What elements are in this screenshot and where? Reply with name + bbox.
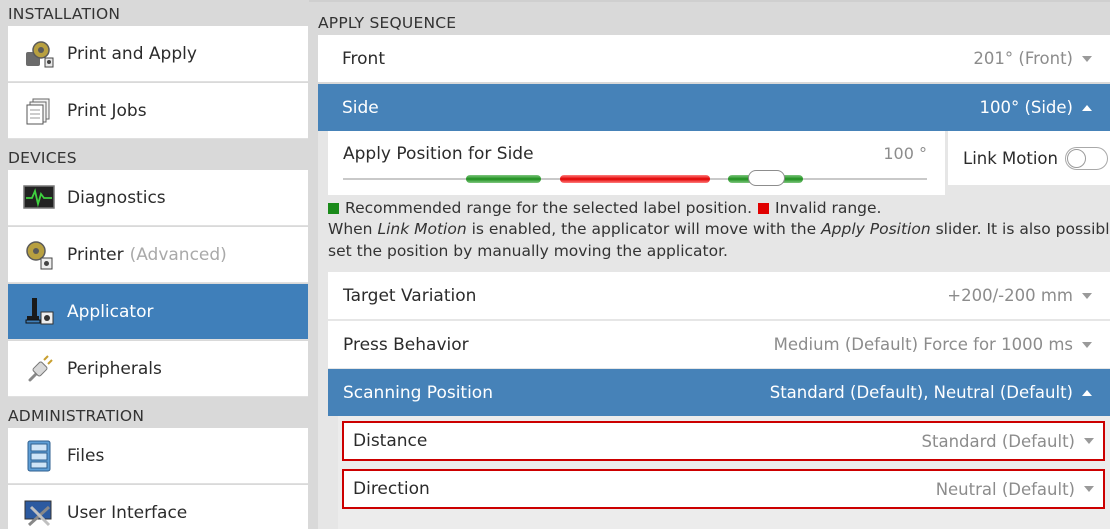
info-text: is enabled, the applicator will move wit… xyxy=(466,220,822,238)
diagnostics-icon xyxy=(22,181,56,215)
sidebar-item-label: Print Jobs xyxy=(67,100,147,121)
target-variation-value: +200/-200 mm xyxy=(947,286,1073,305)
apply-position-label: Apply Position for Side xyxy=(343,144,534,164)
press-behavior-value: Medium (Default) Force for 1000 ms xyxy=(773,335,1073,354)
sidebar-item-printer-advanced[interactable]: Printer (Advanced) xyxy=(8,227,308,283)
toggle-knob xyxy=(1066,148,1086,168)
sidebar-item-label: Peripherals xyxy=(67,358,162,379)
app-window: INSTALLATION Print and Apply Print Jobs … xyxy=(0,0,1110,529)
top-divider xyxy=(309,0,1110,2)
files-cabinet-icon xyxy=(22,439,56,473)
chevron-down-icon xyxy=(1084,486,1094,492)
recommended-range-segment xyxy=(466,175,541,183)
sidebar-item-label: Diagnostics xyxy=(67,187,166,208)
chevron-down-icon xyxy=(1082,341,1092,348)
applicator-icon xyxy=(22,295,56,329)
print-and-apply-icon xyxy=(22,37,56,71)
info-emphasis-link-motion: Link Motion xyxy=(377,220,467,238)
link-motion-info-line1: When Link Motion is enabled, the applica… xyxy=(328,220,1110,238)
printer-icon xyxy=(22,238,56,272)
slider-thumb[interactable] xyxy=(748,170,786,186)
invalid-legend-text: Invalid range. xyxy=(775,199,882,217)
link-motion-toggle[interactable] xyxy=(1064,146,1108,170)
peripherals-plug-icon xyxy=(22,352,56,386)
sidebar-item-label: Files xyxy=(67,445,105,466)
front-dropdown[interactable]: Front 201° (Front) xyxy=(318,35,1110,82)
press-behavior-label: Press Behavior xyxy=(343,334,469,355)
sidebar-item-label: User Interface xyxy=(67,502,188,523)
front-value: 201° (Front) xyxy=(973,49,1073,68)
sidebar: INSTALLATION Print and Apply Print Jobs … xyxy=(0,0,309,529)
front-label: Front xyxy=(342,48,385,69)
sidebar-item-print-and-apply[interactable]: Print and Apply xyxy=(8,26,308,82)
user-interface-tools-icon xyxy=(22,496,56,529)
sidebar-item-sublabel: (Advanced) xyxy=(129,244,227,265)
target-variation-dropdown[interactable]: Target Variation +200/-200 mm xyxy=(328,272,1110,319)
section-header-devices: DEVICES xyxy=(8,149,77,167)
sidebar-item-files[interactable]: Files xyxy=(8,428,308,484)
scanning-position-dropdown[interactable]: Scanning Position Standard (Default), Ne… xyxy=(328,369,1110,416)
sidebar-item-label: Applicator xyxy=(67,301,154,322)
side-dropdown[interactable]: Side 100° (Side) xyxy=(318,84,1110,131)
section-header-installation: INSTALLATION xyxy=(8,5,121,23)
sidebar-item-peripherals[interactable]: Peripherals xyxy=(8,341,308,397)
section-header-apply-sequence: APPLY SEQUENCE xyxy=(318,14,457,32)
invalid-range-segment xyxy=(560,175,710,183)
link-motion-label: Link Motion xyxy=(963,148,1058,168)
sidebar-item-print-jobs[interactable]: Print Jobs xyxy=(8,83,308,139)
info-emphasis-apply-position: Apply Position xyxy=(821,220,931,238)
chevron-down-icon xyxy=(1084,438,1094,444)
scanning-position-value: Standard (Default), Neutral (Default) xyxy=(769,383,1073,402)
apply-position-slider-panel: Apply Position for Side 100 ° xyxy=(328,131,945,195)
direction-label: Direction xyxy=(353,479,430,499)
link-motion-panel: Link Motion xyxy=(948,131,1110,185)
print-jobs-icon xyxy=(22,94,56,128)
recommended-legend-text: Recommended range for the selected label… xyxy=(345,199,753,217)
direction-dropdown[interactable]: Direction Neutral (Default) xyxy=(342,469,1105,509)
chevron-down-icon xyxy=(1082,292,1092,299)
chevron-up-icon xyxy=(1082,104,1092,111)
recommended-swatch xyxy=(328,203,339,214)
chevron-down-icon xyxy=(1082,55,1092,62)
sidebar-item-label: Print and Apply xyxy=(67,43,197,64)
invalid-swatch xyxy=(758,203,770,214)
info-text: slider. It is also possible to xyxy=(935,220,1110,238)
sidebar-item-diagnostics[interactable]: Diagnostics xyxy=(8,170,308,226)
distance-label: Distance xyxy=(353,431,428,451)
direction-value: Neutral (Default) xyxy=(935,479,1075,499)
side-value: 100° (Side) xyxy=(979,98,1073,117)
chevron-up-icon xyxy=(1082,389,1092,396)
distance-value: Standard (Default) xyxy=(921,431,1075,451)
range-legend: Recommended range for the selected label… xyxy=(328,199,881,217)
distance-dropdown[interactable]: Distance Standard (Default) xyxy=(342,421,1105,461)
side-label: Side xyxy=(342,97,379,118)
apply-position-value: 100 ° xyxy=(883,144,927,163)
link-motion-info-line2: set the position by manually moving the … xyxy=(328,242,728,260)
section-header-administration: ADMINISTRATION xyxy=(8,407,145,425)
target-variation-label: Target Variation xyxy=(343,285,477,306)
sidebar-item-applicator[interactable]: Applicator xyxy=(8,284,308,340)
press-behavior-dropdown[interactable]: Press Behavior Medium (Default) Force fo… xyxy=(328,321,1110,368)
sidebar-item-label: Printer xyxy=(67,244,124,265)
info-text: When xyxy=(328,220,378,238)
sidebar-item-user-interface[interactable]: User Interface xyxy=(8,485,308,529)
scanning-position-label: Scanning Position xyxy=(343,382,493,403)
